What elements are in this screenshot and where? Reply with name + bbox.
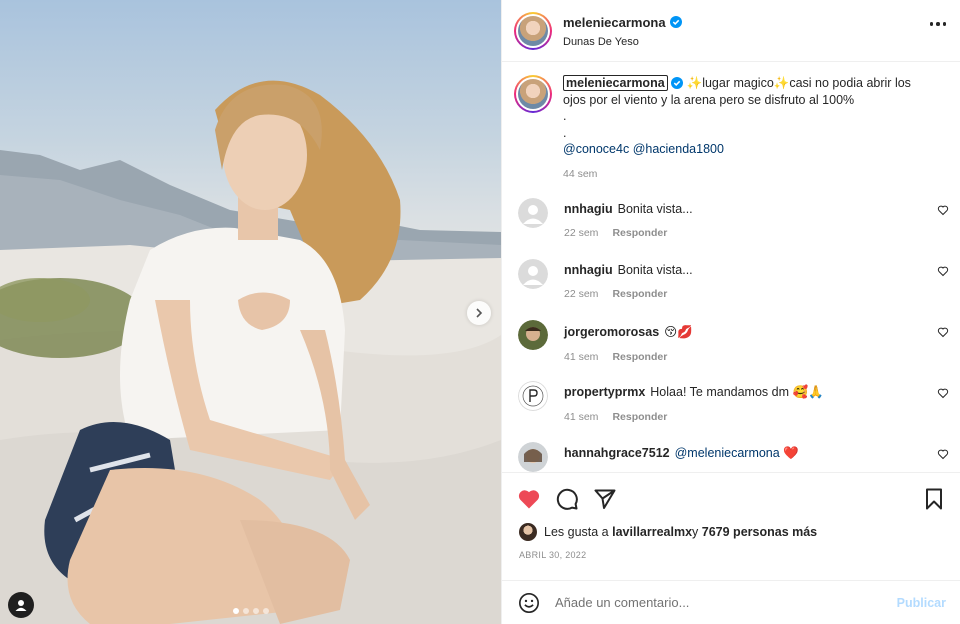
default-avatar-icon[interactable] [518,259,548,289]
caption-text-line4: . [563,125,567,140]
caption-text-line3: . [563,109,567,123]
likes-summary: Les gusta a lavillarrealmx y 7679 person… [502,513,960,541]
comment-input[interactable] [555,595,897,610]
verified-badge-icon [669,16,682,28]
comment-username[interactable]: propertyprmx [564,385,645,399]
post-date[interactable]: ABRIL 30, 2022 [502,541,960,560]
comment-text: Bonita vista... [617,202,693,216]
add-comment-bar: Publicar [502,580,960,624]
more-options-icon [929,22,933,26]
reply-button[interactable]: Responder [612,411,667,423]
tagged-users-button[interactable] [8,592,34,618]
comment-text: Bonita vista... [617,263,693,277]
comment-bubble-icon [556,488,578,510]
caption-text-line1: ✨lugar magico✨casi no podia abrir los [686,76,911,90]
comment-username[interactable]: nnhagiu [564,202,613,216]
instagram-post-modal: meleniecarmona Dunas De Yeso meleniecarm… [0,0,960,624]
comments-scroll-area[interactable]: meleniecarmona ✨lugar magico✨casi no pod… [502,63,960,472]
emoji-button[interactable] [518,592,540,614]
comment-item: nnhagiu Bonita vista... 22 sem Responder [502,196,960,257]
comment-item: jorgeromorosas 😚💋 41 sem Responder [502,318,960,379]
post-photo[interactable] [0,0,501,624]
next-slide-button[interactable] [467,301,491,325]
photo-scene [0,80,501,624]
reply-button[interactable]: Responder [612,351,667,363]
comment-username[interactable]: jorgeromorosas [564,325,659,339]
likes-prefix: Les gusta a [544,525,609,539]
like-comment-heart-icon[interactable] [937,326,949,338]
verified-badge-icon [671,77,684,89]
share-button[interactable] [593,487,617,511]
like-comment-heart-icon[interactable] [937,204,949,216]
more-options-button[interactable] [929,22,946,26]
default-avatar-icon[interactable] [518,198,548,228]
reply-button[interactable]: Responder [612,227,667,239]
comment-username[interactable]: hannahgrace7512 [564,446,670,460]
author-username-link[interactable]: meleniecarmona [563,15,682,30]
caption-first-line: meleniecarmona ✨lugar magico✨casi no pod… [563,75,928,92]
liker-username[interactable]: lavillarrealmx [612,525,692,539]
post-caption: meleniecarmona ✨lugar magico✨casi no pod… [502,63,960,182]
post-side-panel: meleniecarmona Dunas De Yeso meleniecarm… [501,0,960,624]
caption-author-avatar[interactable] [514,75,552,113]
comment-text: 😚💋 [664,325,693,339]
bookmark-icon [926,488,942,510]
mention-link[interactable]: @hacienda1800 [633,142,724,156]
comment-time[interactable]: 22 sem [564,288,598,300]
chevron-right-icon [476,308,483,318]
like-button[interactable] [517,487,541,511]
comment-time[interactable]: 41 sem [564,411,598,423]
comment-text: Holaa! Te mandamos dm 🥰🙏 [650,385,824,399]
reply-button[interactable]: Responder [612,288,667,300]
emoji-smile-icon [519,592,539,613]
carousel-dot [262,608,269,614]
comment-time[interactable]: 41 sem [564,351,598,363]
publish-button[interactable]: Publicar [897,596,946,610]
save-button[interactable] [922,487,946,511]
comment-username[interactable]: nnhagiu [564,263,613,277]
mention-link[interactable]: @conoce4c [563,142,629,156]
like-comment-heart-icon[interactable] [937,448,949,460]
likes-count[interactable]: 7679 personas más [702,525,817,539]
caption-username[interactable]: meleniecarmona [563,75,668,91]
heart-filled-icon [518,490,540,509]
carousel-indicator [0,608,501,614]
likes-middle: y [692,525,699,539]
post-location[interactable]: Dunas De Yeso [563,36,682,48]
caption-mentions: @conoce4c @hacienda1800 [563,141,928,158]
brand-logo-avatar[interactable] [518,381,548,411]
liker-avatar[interactable] [519,523,537,541]
author-avatar[interactable] [514,11,552,50]
comment-button[interactable] [555,487,579,511]
carousel-dot [252,608,259,614]
comment-item: hannahgrace7512 @meleniecarmona ❤️ [502,440,960,472]
comment-text: @meleniecarmona ❤️ [674,446,799,460]
post-header: meleniecarmona Dunas De Yeso [502,0,960,62]
carousel-dot [232,608,239,614]
comment-item: propertyprmx Holaa! Te mandamos dm 🥰🙏 41 … [502,379,960,440]
caption-time[interactable]: 44 sem [563,166,928,183]
carousel-dot [242,608,249,614]
author-username: meleniecarmona [563,14,666,30]
post-actions: Les gusta a lavillarrealmx y 7679 person… [502,472,960,580]
user-avatar[interactable] [518,320,548,350]
like-comment-heart-icon[interactable] [937,265,949,277]
user-avatar[interactable] [518,442,548,472]
comment-item: nnhagiu Bonita vista... 22 sem Responder [502,257,960,318]
caption-text-line2: ojos por el viento y la arena pero se di… [563,92,855,107]
paper-plane-icon [594,489,616,509]
comment-time[interactable]: 22 sem [564,227,598,239]
like-comment-heart-icon[interactable] [937,387,949,399]
